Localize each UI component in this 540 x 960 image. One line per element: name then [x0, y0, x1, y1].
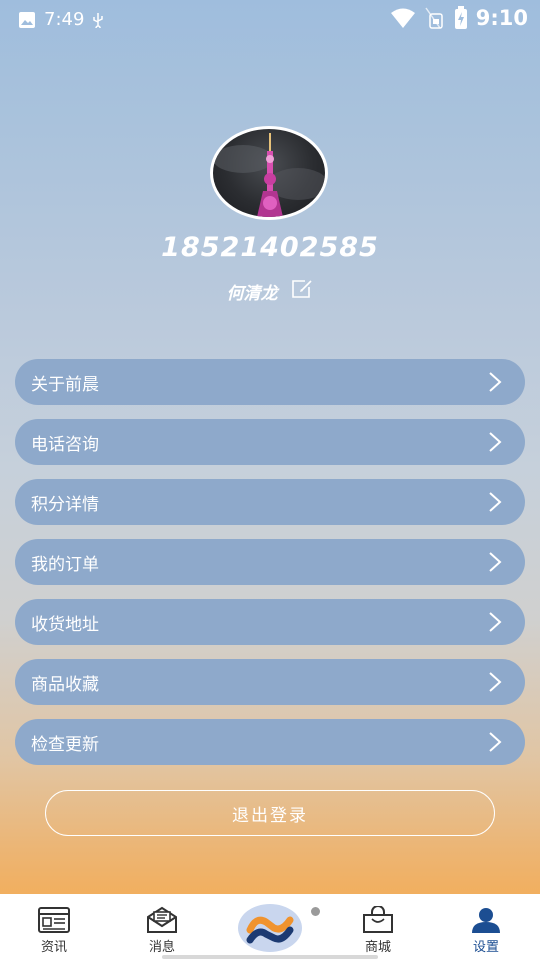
image-icon	[18, 11, 36, 29]
menu-item-label: 收货地址	[31, 614, 99, 635]
nickname: 何清龙	[226, 283, 278, 304]
menu-item-favorites[interactable]: 商品收藏	[15, 659, 525, 705]
nickname-row: 何清龙	[0, 278, 540, 304]
menu-item-label: 我的订单	[31, 554, 99, 575]
sim-icon	[424, 6, 446, 30]
menu-item-label: 检查更新	[31, 734, 99, 755]
phone-number: 18521402585	[161, 232, 379, 263]
tower-photo	[213, 133, 325, 217]
menu-item-label: 关于前晨	[31, 374, 99, 395]
status-right: 9:10	[390, 6, 528, 30]
news-icon	[38, 907, 70, 933]
tab-label: 商城	[364, 940, 391, 955]
chevron-right-icon	[489, 612, 502, 632]
tab-messages[interactable]: 消息	[122, 906, 202, 955]
chevron-right-icon	[489, 672, 502, 692]
user-icon	[472, 908, 500, 933]
shopping-bag-icon	[363, 906, 393, 933]
tab-news[interactable]: 资讯	[14, 906, 94, 955]
menu-item-about[interactable]: 关于前晨	[15, 359, 525, 405]
status-left: 7:49	[18, 9, 104, 30]
tab-label: 消息	[148, 940, 175, 955]
chevron-right-icon	[489, 552, 502, 572]
usb-icon	[92, 12, 104, 28]
chevron-right-icon	[489, 372, 502, 392]
tab-label: 资讯	[40, 940, 67, 955]
chevron-right-icon	[489, 492, 502, 512]
tab-settings[interactable]: 设置	[446, 906, 526, 955]
app-logo-icon	[246, 916, 294, 944]
battery-charging-icon	[454, 6, 468, 30]
menu-item-points[interactable]: 积分详情	[15, 479, 525, 525]
menu-item-check-update[interactable]: 检查更新	[15, 719, 525, 765]
notification-dot	[311, 907, 320, 916]
home-indicator[interactable]	[162, 955, 378, 959]
menu-item-phone-consult[interactable]: 电话咨询	[15, 419, 525, 465]
menu-item-label: 电话咨询	[31, 434, 99, 455]
avatar[interactable]	[210, 126, 328, 220]
chevron-right-icon	[489, 732, 502, 752]
tab-mall[interactable]: 商城	[338, 906, 418, 955]
menu-item-label: 商品收藏	[31, 674, 99, 695]
chevron-right-icon	[489, 432, 502, 452]
menu-item-orders[interactable]: 我的订单	[15, 539, 525, 585]
wifi-icon	[390, 7, 416, 29]
status-time-right: 9:10	[475, 6, 528, 30]
menu-item-address[interactable]: 收货地址	[15, 599, 525, 645]
edit-icon[interactable]	[290, 278, 314, 304]
mail-icon	[147, 906, 177, 933]
status-bar: 7:49 9:10	[0, 0, 540, 40]
settings-screen: 7:49 9:10 18521402585 何清龙 关于前晨 电话咨询 积分详情…	[0, 0, 540, 960]
menu-item-label: 积分详情	[31, 494, 99, 515]
status-time-left: 7:49	[44, 9, 85, 30]
tab-label: 设置	[472, 940, 499, 955]
app-logo-button[interactable]	[238, 904, 302, 952]
logout-button[interactable]: 退出登录	[45, 790, 495, 836]
